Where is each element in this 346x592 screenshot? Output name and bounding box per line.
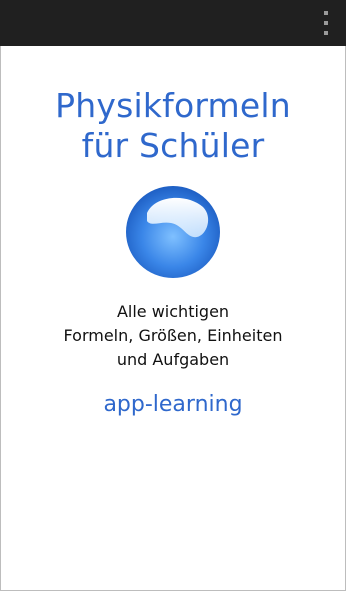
brand-label: app-learning [103,392,243,417]
app-title-line-1: Physikformeln [55,86,291,125]
description-line-3: und Aufgaben [116,350,230,369]
action-bar [0,0,346,46]
app-title-line-2: für Schüler [81,126,265,165]
description-line-1: Alle wichtigen [116,302,230,321]
blue-orb-logo-icon [126,186,220,278]
overflow-menu-icon[interactable] [320,11,332,35]
description-line-2: Formeln, Größen, Einheiten [63,326,283,345]
